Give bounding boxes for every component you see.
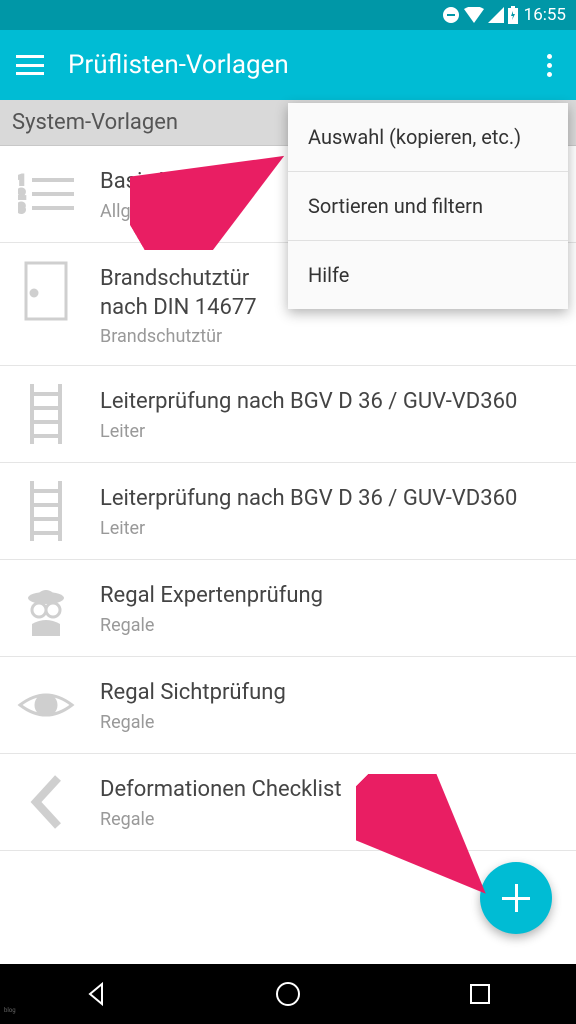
list-item[interactable]: Leiterprüfung nach BGV D 36 / GUV-VD360 L… [0,463,576,560]
item-sub: Leiter [100,421,560,442]
app-bar: Prüflisten-Vorlagen [0,30,576,100]
watermark: blog [4,1007,16,1014]
svg-text:1: 1 [18,173,25,187]
wifi-icon [464,7,484,23]
add-button[interactable] [480,862,552,934]
door-icon [16,261,76,321]
item-title: Regal Sichtprüfung [100,679,560,708]
dnd-icon [442,6,460,24]
list-item[interactable]: Deformationen Checklist Regale [0,754,576,851]
item-sub: Regale [100,712,560,733]
status-bar: 16:55 [0,0,576,30]
list-icon: 123 [16,164,76,224]
ladder-icon [16,384,76,444]
spy-icon [16,578,76,638]
list-item[interactable]: Regal Expertenprüfung Regale [0,560,576,657]
more-button[interactable] [539,46,560,85]
item-sub: Leiter [100,518,560,539]
menu-item-sort-filter[interactable]: Sortieren und filtern [288,172,568,241]
svg-text:3: 3 [18,201,25,215]
overflow-menu: Auswahl (kopieren, etc.) Sortieren und f… [288,103,568,309]
nav-home-button[interactable] [274,980,302,1008]
item-title: Leiterprüfung nach BGV D 36 / GUV-VD360 [100,485,560,514]
status-time: 16:55 [524,5,566,25]
item-sub: Regale [100,809,560,830]
list-item[interactable]: Regal Sichtprüfung Regale [0,657,576,754]
ladder-icon [16,481,76,541]
menu-item-selection[interactable]: Auswahl (kopieren, etc.) [288,103,568,172]
menu-button[interactable] [16,55,44,75]
item-title: Leiterprüfung nach BGV D 36 / GUV-VD360 [100,388,560,417]
eye-icon [16,675,76,735]
item-title: Regal Expertenprüfung [100,582,560,611]
battery-icon [508,6,518,24]
chevron-left-icon [16,772,76,832]
nav-back-button[interactable] [82,980,110,1008]
app-title: Prüflisten-Vorlagen [68,50,539,80]
signal-icon [488,7,504,23]
navigation-bar [0,964,576,1024]
nav-recent-button[interactable] [466,980,494,1008]
svg-text:2: 2 [18,187,25,201]
item-title: Deformationen Checklist [100,776,560,805]
item-sub: Brandschutztür [100,326,560,347]
list-item[interactable]: Leiterprüfung nach BGV D 36 / GUV-VD360 L… [0,366,576,463]
item-sub: Regale [100,615,560,636]
status-icons [442,6,518,24]
menu-item-help[interactable]: Hilfe [288,241,568,309]
